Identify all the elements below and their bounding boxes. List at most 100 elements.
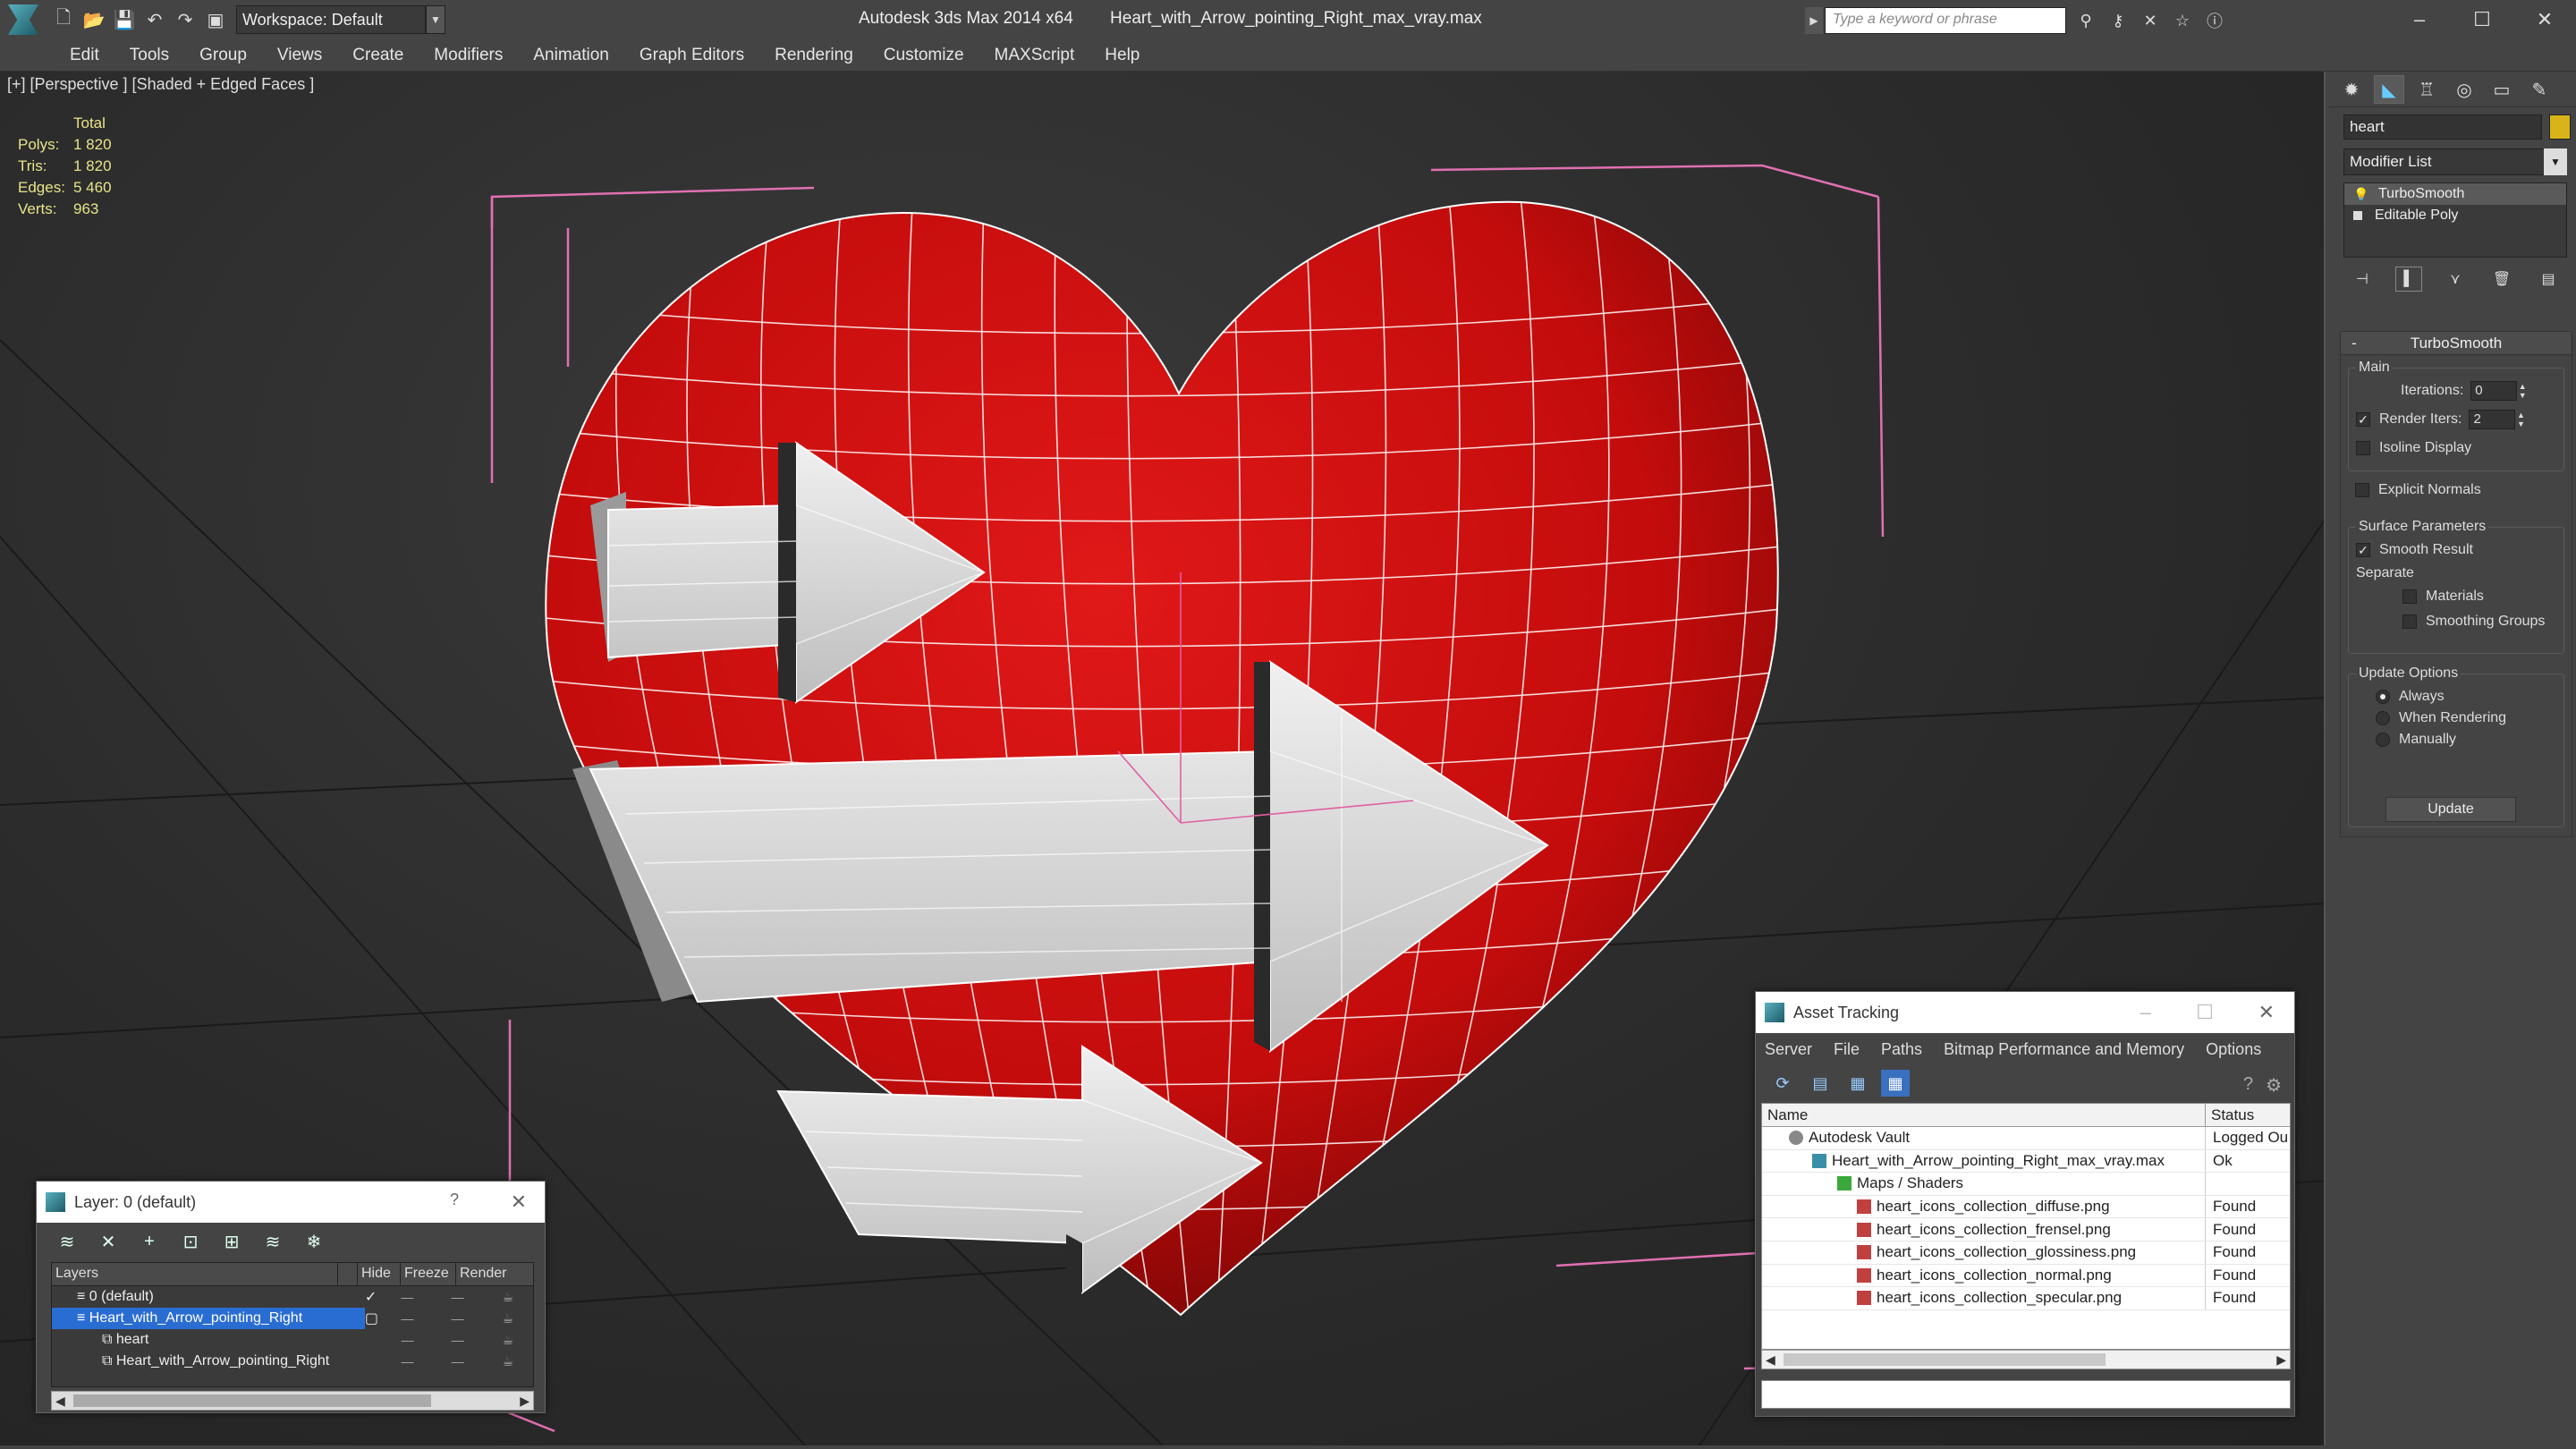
chevron-down-icon[interactable]: ▼ — [426, 5, 445, 34]
maximize-icon[interactable]: ☐ — [2196, 1001, 2214, 1024]
asset-row[interactable]: heart_icons_collection_frensel.png Found — [1762, 1218, 2290, 1241]
explicit-normals-checkbox[interactable] — [2355, 483, 2369, 497]
minimize-icon[interactable]: – — [2388, 0, 2451, 39]
scroll-right-icon[interactable]: ▶ — [520, 1394, 530, 1409]
render-iters-spinner[interactable]: 2 — [2469, 410, 2516, 429]
display-tab-icon[interactable]: ▭ — [2487, 75, 2517, 104]
hide-all-icon[interactable]: ≋ — [258, 1228, 287, 1255]
modify-tab-icon[interactable]: ◣ — [2374, 75, 2404, 104]
layer-row[interactable]: ≡ Heart_with_Arrow_pointing_Right ▢ — — … — [52, 1308, 533, 1329]
menu-create[interactable]: Create — [352, 46, 403, 65]
scrollbar-thumb[interactable] — [73, 1394, 431, 1407]
rollout-header[interactable]: - TurboSmooth — [2341, 332, 2572, 355]
asset-horizontal-scrollbar[interactable]: ◀ ▶ — [1761, 1350, 2291, 1369]
set-active-box-icon[interactable]: ▢ — [365, 1309, 382, 1327]
save-file-icon[interactable]: 💾 — [111, 6, 138, 33]
modifier-list-select[interactable]: Modifier List — [2343, 148, 2546, 175]
key-icon[interactable]: ⚷ — [2104, 7, 2132, 34]
menu-group[interactable]: Group — [199, 46, 247, 65]
menu-help[interactable]: Help — [1105, 46, 1140, 65]
iterations-spinner[interactable]: 0 — [2470, 381, 2518, 401]
column-render[interactable]: Render — [456, 1263, 510, 1285]
spinner-arrows-icon[interactable]: ▲ ▼ — [2517, 382, 2528, 400]
update-button[interactable]: Update — [2385, 797, 2516, 822]
add-to-layer-icon[interactable]: + — [135, 1228, 164, 1255]
hide-toggle[interactable]: — — [382, 1311, 432, 1326]
workspace-select[interactable]: Workspace: Default — [236, 5, 426, 34]
hide-toggle[interactable]: — — [382, 1290, 432, 1304]
asset-row[interactable]: Maps / Shaders — [1762, 1173, 2290, 1196]
thumbnail-view-icon[interactable]: ▦ — [1843, 1070, 1872, 1097]
star-icon[interactable]: ☆ — [2168, 7, 2197, 34]
minimize-icon[interactable]: – — [2140, 1001, 2151, 1024]
layer-row[interactable]: ⧉ heart — — ☕ — [52, 1329, 533, 1351]
freeze-toggle[interactable]: — — [433, 1311, 483, 1326]
object-color-swatch[interactable] — [2549, 114, 2571, 140]
asset-dialog-titlebar[interactable]: Asset Tracking – ☐ ✕ — [1756, 992, 2294, 1033]
layer-row[interactable]: ≡ 0 (default) ✓ — — ☕ — [52, 1286, 533, 1308]
column-layers[interactable]: Layers — [52, 1263, 338, 1285]
project-folder-icon[interactable]: ▣ — [202, 6, 229, 33]
new-file-icon[interactable]: 🗋 — [50, 6, 77, 33]
undo-icon[interactable]: ↶ — [141, 6, 168, 33]
menu-rendering[interactable]: Rendering — [775, 46, 853, 65]
layers-icon[interactable]: ≋ — [53, 1228, 81, 1255]
column-name[interactable]: Name — [1762, 1104, 2206, 1126]
asset-row[interactable]: heart_icons_collection_normal.png Found — [1762, 1264, 2290, 1288]
layer-horizontal-scrollbar[interactable]: ◀ ▶ — [51, 1391, 534, 1411]
layer-dialog-titlebar[interactable]: Layer: 0 (default) ? ✕ — [37, 1182, 545, 1223]
render-iters-checkbox[interactable]: ✓ — [2356, 412, 2370, 427]
remove-modifier-icon[interactable]: 🗑 — [2488, 267, 2515, 292]
stack-item-editable-poly[interactable]: Editable Poly — [2344, 205, 2566, 226]
menu-maxscript[interactable]: MAXScript — [995, 46, 1075, 65]
asset-menu-file[interactable]: File — [1834, 1040, 1860, 1059]
help-icon[interactable]: ? — [2243, 1074, 2253, 1097]
help-icon[interactable]: ⓘ — [2200, 7, 2229, 34]
asset-row[interactable]: heart_icons_collection_specular.png Found — [1762, 1287, 2290, 1310]
scroll-left-icon[interactable]: ◀ — [55, 1394, 65, 1409]
menu-tools[interactable]: Tools — [130, 46, 169, 65]
freeze-toggle[interactable]: — — [433, 1290, 483, 1304]
asset-menu-bitmap[interactable]: Bitmap Performance and Memory — [1944, 1040, 2184, 1059]
maximize-icon[interactable]: ☐ — [2451, 0, 2513, 39]
delete-layer-icon[interactable]: ✕ — [94, 1228, 123, 1255]
active-layer-check-icon[interactable]: ✓ — [365, 1288, 382, 1306]
column-freeze[interactable]: Freeze — [401, 1263, 456, 1285]
configure-sets-icon[interactable]: ▤ — [2535, 267, 2562, 292]
asset-menu-server[interactable]: Server — [1765, 1040, 1812, 1059]
settings-icon[interactable]: ⚙ — [2266, 1074, 2282, 1097]
scrollbar-thumb[interactable] — [1784, 1353, 2106, 1366]
close-icon[interactable]: ✕ — [511, 1191, 527, 1214]
asset-row[interactable]: Autodesk Vault Logged Ou — [1762, 1127, 2290, 1150]
freeze-all-icon[interactable]: ❄ — [300, 1228, 328, 1255]
layer-row[interactable]: ⧉ Heart_with_Arrow_pointing_Right — — ☕ — [52, 1351, 533, 1372]
menu-views[interactable]: Views — [277, 46, 322, 65]
select-objects-icon[interactable]: ⊡ — [176, 1228, 205, 1255]
make-unique-icon[interactable]: ⋎ — [2442, 267, 2469, 292]
expand-icon[interactable] — [2353, 211, 2362, 220]
update-always-radio[interactable] — [2376, 690, 2390, 704]
redo-icon[interactable]: ↷ — [172, 6, 199, 33]
open-file-icon[interactable]: 📂 — [80, 6, 107, 33]
highlight-layer-icon[interactable]: ⊞ — [217, 1228, 246, 1255]
close-icon[interactable]: ✕ — [2513, 0, 2576, 39]
refresh-icon[interactable]: ⟳ — [1768, 1070, 1797, 1097]
render-teapot-icon[interactable]: ☕ — [483, 1290, 533, 1305]
app-logo-icon[interactable] — [0, 0, 47, 39]
asset-path-field[interactable] — [1761, 1380, 2291, 1409]
freeze-toggle[interactable]: — — [433, 1333, 483, 1347]
render-teapot-icon[interactable]: ☕ — [483, 1333, 533, 1348]
render-teapot-icon[interactable]: ☕ — [483, 1354, 533, 1369]
viewport-label[interactable]: [+] [Perspective ] [Shaded + Edged Faces… — [7, 75, 314, 94]
list-view-icon[interactable]: ▤ — [1806, 1070, 1835, 1097]
scroll-left-icon[interactable]: ◀ — [1766, 1352, 1775, 1368]
menu-graph-editors[interactable]: Graph Editors — [640, 46, 744, 65]
asset-menu-options[interactable]: Options — [2206, 1040, 2261, 1059]
smoothing-groups-checkbox[interactable] — [2402, 614, 2417, 629]
table-view-icon[interactable]: ▦ — [1881, 1070, 1910, 1097]
menu-modifiers[interactable]: Modifiers — [434, 46, 503, 65]
object-name-input[interactable]: heart — [2343, 114, 2542, 140]
freeze-toggle[interactable]: — — [433, 1354, 483, 1368]
utilities-tab-icon[interactable]: ✎ — [2524, 75, 2555, 104]
create-tab-icon[interactable]: ✹ — [2336, 75, 2367, 104]
